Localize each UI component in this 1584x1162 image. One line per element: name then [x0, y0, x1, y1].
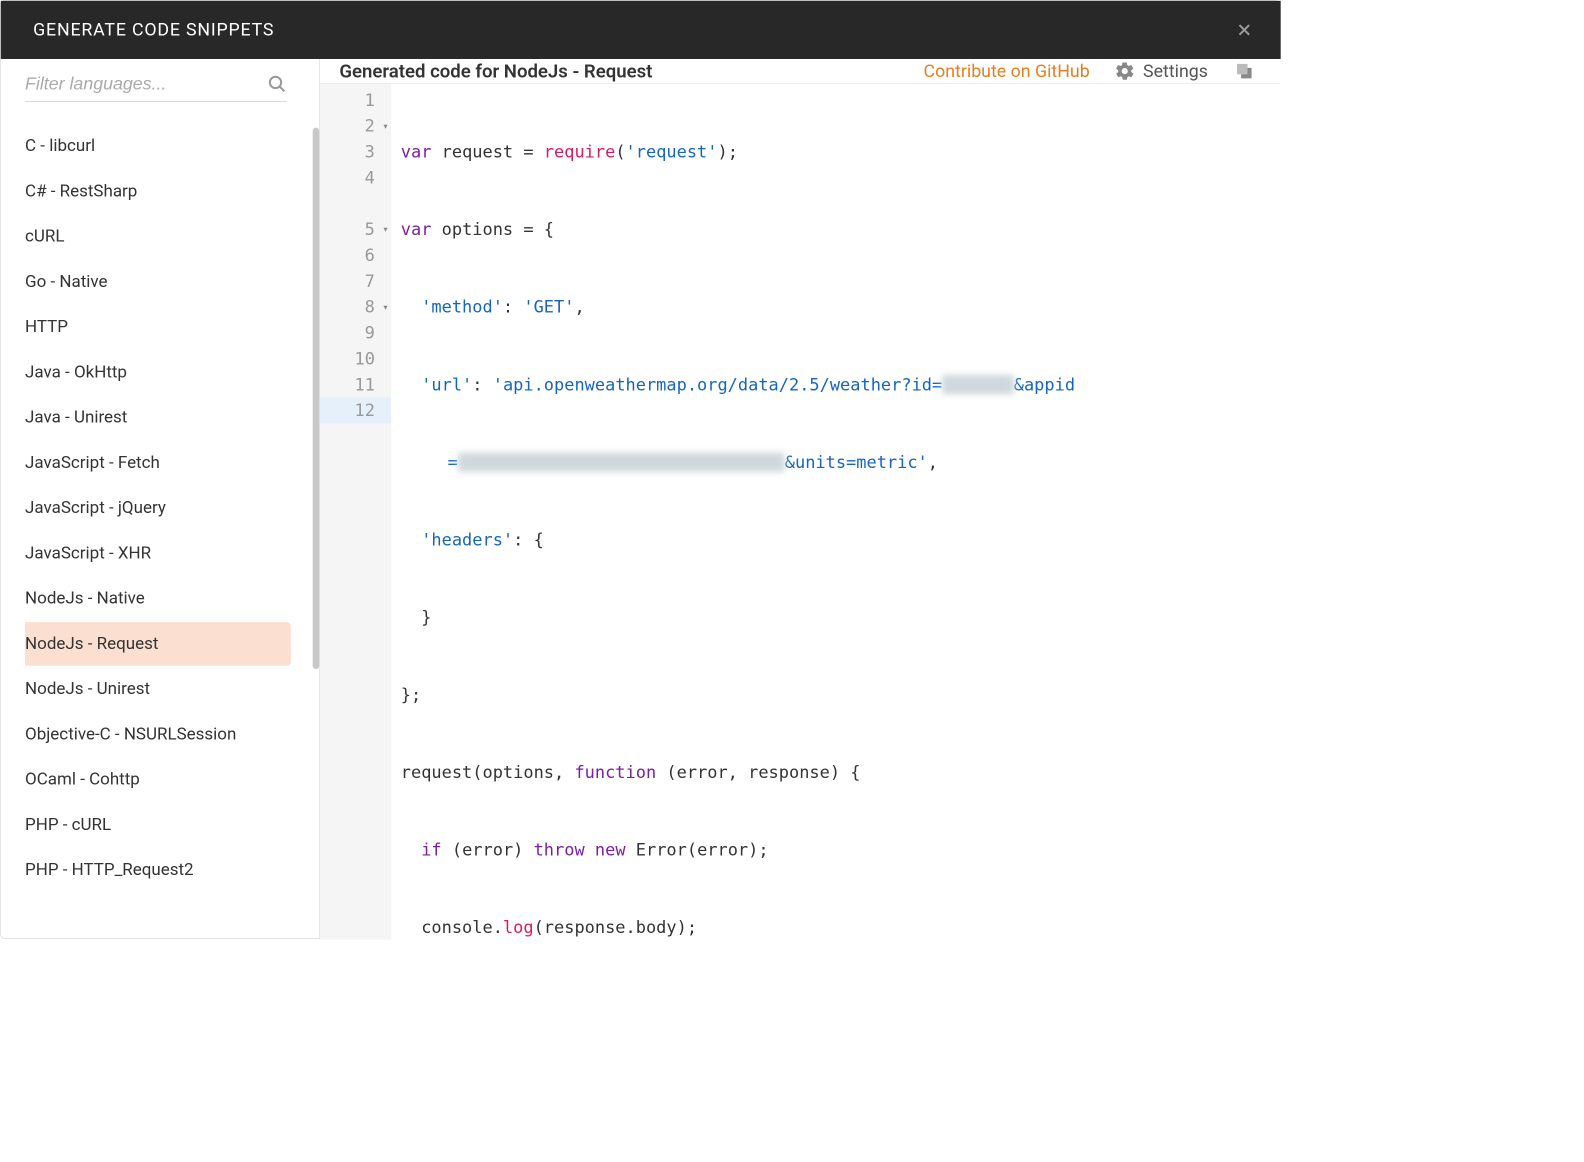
- language-item[interactable]: PHP - cURL: [25, 803, 291, 847]
- search-wrap: [25, 74, 287, 102]
- modal-header: GENERATE CODE SNIPPETS: [1, 1, 1281, 59]
- language-list[interactable]: C - libcurl C# - RestSharp cURL Go - Nat…: [25, 108, 313, 939]
- close-button[interactable]: [1232, 18, 1256, 42]
- code-line: 'method': 'GET',: [401, 294, 1281, 320]
- scrollbar-thumb[interactable]: [313, 128, 319, 669]
- language-item[interactable]: Java - OkHttp: [25, 351, 291, 395]
- gutter-line: 10: [320, 346, 391, 372]
- gutter: 1 2 3 4 5 6 7 8 9 10 11 12: [320, 84, 391, 940]
- generated-code-title: Generated code for NodeJs - Request: [339, 60, 899, 82]
- language-item[interactable]: cURL: [25, 215, 291, 259]
- gutter-line-current: 12: [320, 398, 391, 424]
- language-item[interactable]: Objective-C - NSURLSession: [25, 713, 291, 757]
- gutter-line: 9: [320, 320, 391, 346]
- gutter-line: 6: [320, 242, 391, 268]
- code-line: }: [401, 604, 1281, 630]
- language-item[interactable]: NodeJs - Unirest: [25, 667, 291, 711]
- language-item[interactable]: C - libcurl: [25, 124, 291, 168]
- language-item[interactable]: HTTP: [25, 305, 291, 349]
- copy-button[interactable]: [1232, 59, 1256, 83]
- search-input[interactable]: [25, 74, 267, 95]
- gutter-line-wrap: [320, 191, 391, 217]
- code-line: var options = {: [401, 217, 1281, 243]
- code-line: var request = require('request');: [401, 139, 1281, 165]
- language-item[interactable]: PHP - HTTP_Request2: [25, 848, 291, 892]
- language-item[interactable]: OCaml - Cohttp: [25, 758, 291, 802]
- language-item-selected[interactable]: NodeJs - Request: [25, 622, 291, 666]
- code-line: request(options, function (error, respon…: [401, 760, 1281, 786]
- code-area[interactable]: var request = require('request'); var op…: [391, 84, 1281, 940]
- code-line: 'url': 'api.openweathermap.org/data/2.5/…: [401, 372, 1281, 398]
- language-sidebar: C - libcurl C# - RestSharp cURL Go - Nat…: [1, 59, 320, 940]
- gutter-line: 5: [320, 217, 391, 243]
- gutter-line: 1: [320, 87, 391, 113]
- code-line: 'headers': {: [401, 527, 1281, 553]
- code-line: console.log(response.body);: [401, 915, 1281, 940]
- language-item[interactable]: Java - Unirest: [25, 396, 291, 440]
- sidebar-scrollbar[interactable]: [313, 128, 319, 742]
- gutter-line: 2: [320, 113, 391, 139]
- gutter-line: 7: [320, 268, 391, 294]
- settings-button[interactable]: Settings: [1114, 61, 1208, 82]
- settings-label: Settings: [1143, 61, 1208, 81]
- code-line: if (error) throw new Error(error);: [401, 837, 1281, 863]
- language-item[interactable]: JavaScript - jQuery: [25, 486, 291, 530]
- language-item[interactable]: Go - Native: [25, 260, 291, 304]
- language-item[interactable]: JavaScript - Fetch: [25, 441, 291, 485]
- contribute-github-link[interactable]: Contribute on GitHub: [924, 61, 1090, 81]
- gear-icon: [1114, 61, 1135, 82]
- code-line-wrap: =XXXXXXXXXXXXXXXXXXXXXXXXXXXXXXXX&units=…: [401, 449, 1281, 475]
- search-icon: [267, 74, 286, 93]
- gutter-line: 4: [320, 165, 391, 191]
- gutter-line: 8: [320, 294, 391, 320]
- language-item[interactable]: NodeJs - Native: [25, 577, 291, 621]
- close-icon: [1235, 20, 1254, 39]
- copy-icon: [1235, 61, 1254, 80]
- gutter-line: 3: [320, 139, 391, 165]
- main-panel: Generated code for NodeJs - Request Cont…: [320, 59, 1281, 940]
- code-line: };: [401, 682, 1281, 708]
- language-item[interactable]: JavaScript - XHR: [25, 532, 291, 576]
- main-header: Generated code for NodeJs - Request Cont…: [320, 59, 1281, 84]
- language-item[interactable]: C# - RestSharp: [25, 170, 291, 214]
- code-editor[interactable]: 1 2 3 4 5 6 7 8 9 10 11 12 var request =…: [320, 84, 1281, 940]
- modal-title: GENERATE CODE SNIPPETS: [33, 20, 274, 40]
- gutter-line: 11: [320, 372, 391, 398]
